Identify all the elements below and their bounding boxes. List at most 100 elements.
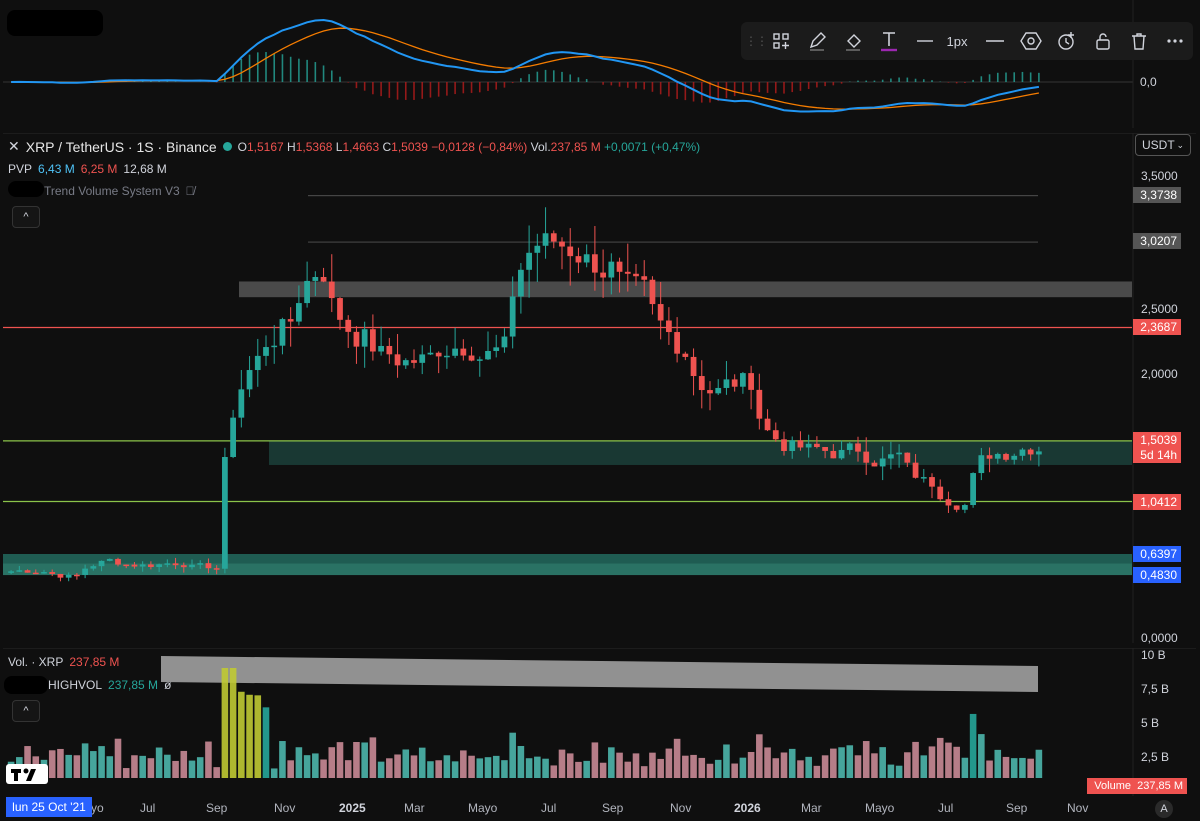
line-width-label[interactable]: 1px [943,22,971,60]
volume-bar [764,747,771,778]
highvol-legend[interactable]: HIGHVOL 237,85 M ø [48,678,171,692]
candle-body [888,454,894,459]
time-label: Jul [140,801,156,815]
candle-body [131,564,138,567]
candle-body [189,564,195,568]
collapse-volume-legend-button[interactable]: ^ [12,700,40,722]
volume-bar [1035,749,1043,778]
volume-bar [394,754,401,778]
volume-bar [797,760,804,778]
macd-histogram-bar [947,82,950,83]
toolbar-grip-icon[interactable]: ⋮⋮ [745,22,768,60]
line-icon[interactable] [977,22,1013,60]
volume-bar [1027,758,1034,778]
candle-body [624,271,631,274]
candle-body [476,359,483,361]
candle-body [411,360,417,363]
macd-histogram-bar [322,65,325,82]
volume-bar [780,752,788,778]
add-alert-icon[interactable] [1049,22,1085,60]
volume-bar [344,760,352,778]
symbol-legend: ✕ XRP / TetherUS · 1S · Binance O1,5167 … [8,138,700,155]
volume-bar [945,742,952,778]
layout-icon[interactable] [763,22,799,60]
candle-body [1011,455,1018,460]
more-icon[interactable] [1157,22,1193,60]
volume-bar [665,748,673,778]
volume-bar [312,753,319,778]
candle-body [814,443,820,448]
macd-histogram-bar [569,74,572,82]
volume-bar [435,760,442,778]
candle-body [945,499,952,506]
volume-pane[interactable] [3,647,1196,796]
macd-histogram-bar [922,79,925,82]
line-style-icon[interactable] [907,22,943,60]
trash-icon[interactable] [1121,22,1157,60]
candle-body [444,355,450,358]
candle-body [296,303,302,322]
price-chart [3,132,1196,643]
volume-bar [155,747,163,778]
settings-hexagon-icon[interactable] [1013,22,1049,60]
close-icon[interactable]: ✕ [8,138,20,155]
macd-histogram-bar [890,78,892,82]
volume-bar [805,756,812,778]
candle-body [148,564,154,568]
symbol-title[interactable]: XRP / TetherUS · 1S · Binance [26,139,217,155]
candle-body [731,379,738,387]
candle-body [994,453,1001,459]
hidden-eye-icon[interactable]: 👁̸ [186,184,195,198]
text-tool-icon[interactable] [871,22,907,60]
volume-bar [821,755,829,778]
macd-histogram-bar [692,82,695,102]
volume-bar [1002,756,1010,778]
pvp-legend[interactable]: PVP 6,43 M 6,25 M 12,68 M [8,162,167,176]
volume-bar [164,754,171,778]
time-label: Nov [274,801,296,815]
volume-legend[interactable]: Vol. · XRP 237,85 M [8,655,119,669]
fill-icon[interactable] [835,22,871,60]
volume-tick: 10 B [1141,648,1166,662]
macd-histogram-bar [635,82,637,89]
tradingview-logo[interactable] [6,764,48,784]
collapse-legend-button[interactable]: ^ [12,206,40,228]
volume-bar [328,747,336,778]
macd-histogram-bar [298,58,300,82]
pencil-icon[interactable] [799,22,835,60]
volume-bar [706,763,714,778]
candle-body [115,558,121,565]
volume-bar [287,760,294,778]
candle-body [82,568,88,575]
volume-bar [147,758,155,778]
macd-histogram-bar [709,82,711,103]
price-pane[interactable] [3,132,1196,643]
candle-body [781,439,787,451]
indicator2-legend[interactable]: Trend Volume System V3 👁̸ [44,184,195,198]
volume-bar [772,758,780,778]
candle-body [254,355,261,371]
candle-body [600,272,606,278]
volume-bar [591,742,599,778]
volume-bar [221,668,229,778]
macd-histogram-bar [306,59,308,82]
volume-bar [443,755,451,778]
macd-histogram-bar [281,54,284,82]
candle-body [156,564,162,568]
macd-histogram-bar [733,82,736,97]
volume-bar [640,766,648,778]
auto-scale-button[interactable]: A [1155,800,1173,818]
time-label-year: 2025 [339,801,366,815]
volume-bar [731,763,738,778]
volume-chart [3,647,1196,796]
macd-histogram-bar [511,82,514,84]
currency-selector[interactable]: USDT ⌄ [1135,134,1191,156]
time-label: Sep [1006,801,1028,815]
redacted-area [4,676,48,694]
volume-bar [854,755,862,778]
candle-body [74,574,80,577]
macd-pane[interactable]: 0,0 [3,0,1196,128]
macd-histogram-bar [651,82,654,92]
lock-icon[interactable] [1085,22,1121,60]
volume-bar [246,694,253,778]
